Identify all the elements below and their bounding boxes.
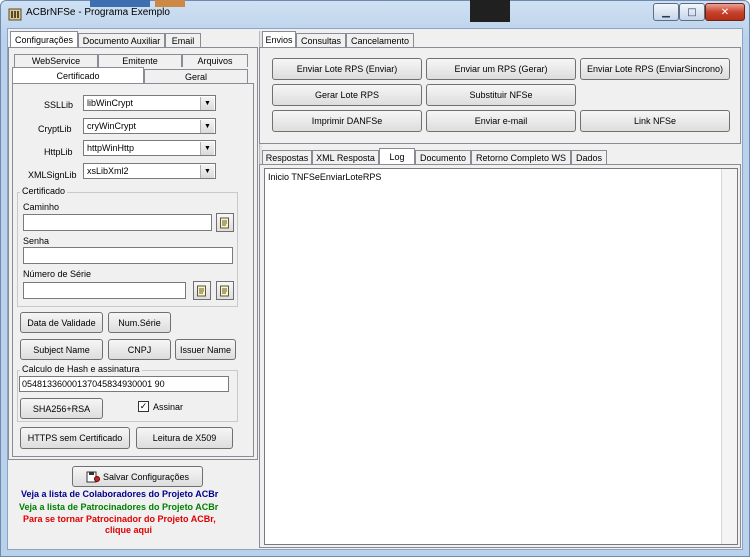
- xmlsignlib-label: XMLSignLib: [28, 170, 77, 180]
- issuer-name-button[interactable]: Issuer Name: [175, 339, 236, 360]
- tab-geral[interactable]: Geral: [144, 69, 248, 83]
- link-nfse-button[interactable]: Link NFSe: [580, 110, 730, 132]
- gerar-lote-rps-button[interactable]: Gerar Lote RPS: [272, 84, 422, 106]
- log-scrollbar[interactable]: [721, 169, 737, 544]
- sha256-rsa-button[interactable]: SHA256+RSA: [20, 398, 103, 419]
- tab-certificado[interactable]: Certificado: [12, 67, 144, 83]
- background-strip: [90, 0, 150, 7]
- xmlsignlib-select[interactable]: xsLibXml2 ▼: [83, 163, 216, 179]
- ssllib-value: libWinCrypt: [87, 98, 134, 108]
- document-icon: [220, 217, 229, 228]
- tab-xml-resposta[interactable]: XML Resposta: [312, 150, 379, 164]
- enviar-email-button[interactable]: Enviar e-mail: [426, 110, 576, 132]
- check-icon: ✓: [139, 402, 148, 412]
- tab-respostas[interactable]: Respostas: [262, 150, 312, 164]
- log-memo[interactable]: Inicio TNFSeEnviarLoteRPS: [264, 168, 738, 545]
- hash-group-title: Calculo de Hash e assinatura: [20, 364, 142, 374]
- senha-input[interactable]: [23, 247, 233, 264]
- log-line: Inicio TNFSeEnviarLoteRPS: [268, 172, 382, 182]
- chevron-down-icon[interactable]: ▼: [200, 142, 214, 155]
- caminho-input[interactable]: [23, 214, 212, 231]
- select-cert-list-button[interactable]: [216, 281, 234, 300]
- maximize-icon: □: [687, 6, 697, 18]
- enviar-lote-rps-sincrono-button[interactable]: Enviar Lote RPS (EnviarSincrono): [580, 58, 730, 80]
- num-serie-button[interactable]: Num.Série: [108, 312, 171, 333]
- cryptlib-value: cryWinCrypt: [87, 121, 136, 131]
- window-title: ACBrNFSe - Programa Exemplo: [26, 7, 170, 18]
- subject-name-button[interactable]: Subject Name: [20, 339, 103, 360]
- cryptlib-label: CryptLib: [38, 124, 72, 134]
- tab-envios[interactable]: Envios: [262, 31, 296, 47]
- hash-input[interactable]: 05481336000137045834930001 90: [19, 376, 229, 392]
- patrocinadores-link[interactable]: Veja a lista de Patrocinadores do Projet…: [19, 502, 218, 512]
- tab-webservice[interactable]: WebService: [14, 54, 98, 67]
- tab-emitente[interactable]: Emitente: [98, 54, 182, 67]
- background-strip: [470, 0, 510, 22]
- tab-consultas[interactable]: Consultas: [296, 33, 346, 47]
- numero-serie-input[interactable]: [23, 282, 186, 299]
- substituir-nfse-button[interactable]: Substituir NFSe: [426, 84, 576, 106]
- app-icon: [8, 7, 22, 21]
- clique-aqui-link[interactable]: clique aqui: [105, 525, 152, 535]
- data-validade-button[interactable]: Data de Validade: [20, 312, 103, 333]
- title-bar[interactable]: ACBrNFSe - Programa Exemplo ▁ □ ✕: [0, 0, 750, 28]
- cnpj-button[interactable]: CNPJ: [108, 339, 171, 360]
- minimize-icon: ▁: [662, 6, 670, 18]
- close-icon: ✕: [720, 6, 730, 18]
- ssllib-label: SSLLib: [44, 100, 74, 110]
- chevron-down-icon[interactable]: ▼: [200, 120, 214, 133]
- enviar-um-rps-gerar-button[interactable]: Enviar um RPS (Gerar): [426, 58, 576, 80]
- caminho-label: Caminho: [23, 202, 60, 212]
- https-sem-certificado-button[interactable]: HTTPS sem Certificado: [20, 427, 130, 449]
- select-cert-button[interactable]: [193, 281, 211, 300]
- tab-email[interactable]: Email: [165, 33, 201, 47]
- save-settings-icon: [86, 471, 100, 482]
- tab-arquivos[interactable]: Arquivos: [182, 54, 248, 67]
- tab-retorno-completo-ws[interactable]: Retorno Completo WS: [471, 150, 571, 164]
- httplib-select[interactable]: httpWinHttp ▼: [83, 140, 216, 156]
- xmlsignlib-value: xsLibXml2: [87, 166, 129, 176]
- salvar-configuracoes-label: Salvar Configurações: [102, 471, 190, 482]
- close-button[interactable]: ✕: [705, 3, 745, 21]
- certificado-group-title: Certificado: [20, 186, 68, 196]
- numero-serie-label: Número de Série: [23, 269, 92, 279]
- ssllib-select[interactable]: libWinCrypt ▼: [83, 95, 216, 111]
- assinar-checkbox[interactable]: ✓: [138, 401, 149, 412]
- background-strip: [155, 0, 185, 7]
- patrocinar-link[interactable]: Para se tornar Patrocinador do Projeto A…: [23, 514, 216, 524]
- httplib-value: httpWinHttp: [87, 143, 135, 153]
- tab-configuracoes[interactable]: Configurações: [10, 31, 78, 47]
- document-icon: [220, 285, 229, 296]
- senha-label: Senha: [23, 236, 50, 246]
- tab-dados[interactable]: Dados: [571, 150, 607, 164]
- tab-log[interactable]: Log: [379, 148, 415, 164]
- salvar-configuracoes-button[interactable]: Salvar Configurações: [72, 466, 203, 487]
- enviar-lote-rps-enviar-button[interactable]: Enviar Lote RPS (Enviar): [272, 58, 422, 80]
- imprimir-danfse-button[interactable]: Imprimir DANFSe: [272, 110, 422, 132]
- assinar-label: Assinar: [153, 402, 184, 412]
- tab-cancelamento[interactable]: Cancelamento: [346, 33, 414, 47]
- tab-documento[interactable]: Documento: [415, 150, 471, 164]
- browse-button[interactable]: [216, 213, 234, 232]
- colaboradores-link[interactable]: Veja a lista de Colaboradores do Projeto…: [21, 489, 218, 499]
- minimize-button[interactable]: ▁: [653, 3, 679, 21]
- httplib-label: HttpLib: [44, 147, 73, 157]
- chevron-down-icon[interactable]: ▼: [200, 165, 214, 178]
- chevron-down-icon[interactable]: ▼: [200, 97, 214, 110]
- leitura-x509-button[interactable]: Leitura de X509: [136, 427, 233, 449]
- tab-documento-auxiliar[interactable]: Documento Auxiliar: [78, 33, 165, 47]
- document-icon: [197, 285, 206, 296]
- maximize-button[interactable]: □: [679, 3, 705, 21]
- cryptlib-select[interactable]: cryWinCrypt ▼: [83, 118, 216, 134]
